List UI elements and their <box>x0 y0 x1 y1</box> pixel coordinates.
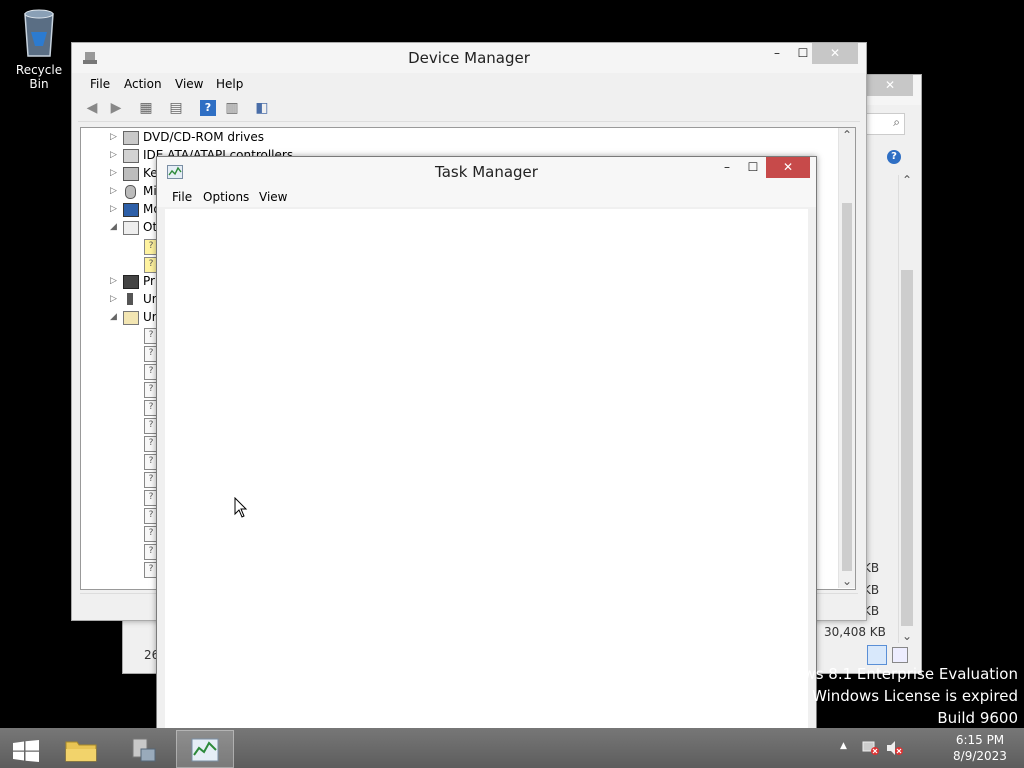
network-disconnected-icon[interactable] <box>862 740 880 756</box>
expand-arrow-icon[interactable]: ▷ <box>110 200 120 218</box>
tree-item-label: DVD/CD-ROM drives <box>143 130 265 144</box>
device-manager-taskbar-button[interactable] <box>114 730 172 768</box>
windows-logo-icon <box>13 740 39 762</box>
volume-muted-icon[interactable] <box>886 740 904 756</box>
action-pane-icon[interactable]: ▥ <box>224 100 240 116</box>
tree-item-label: Ur <box>143 310 157 324</box>
task-manager-window[interactable]: Task Manager – ☐ ✕ File Options View <box>156 156 817 757</box>
minimize-button[interactable]: – <box>768 43 786 64</box>
maximize-button[interactable]: ☐ <box>744 157 762 178</box>
scroll-down-arrow[interactable]: ⌄ <box>842 574 852 588</box>
minimize-button[interactable]: – <box>718 157 736 178</box>
device-manager-titlebar[interactable]: Device Manager – ☐ ✕ <box>72 43 866 73</box>
menu-options[interactable]: Options <box>203 190 249 204</box>
help-icon[interactable]: ? <box>887 150 901 164</box>
device-manager-icon <box>132 738 156 762</box>
file-explorer-taskbar-button[interactable] <box>52 730 110 768</box>
scroll-thumb[interactable] <box>842 203 852 571</box>
back-arrow-icon[interactable]: ◀ <box>84 100 100 116</box>
expand-arrow-icon[interactable]: ▷ <box>110 164 120 182</box>
maximize-button[interactable]: ☐ <box>794 43 812 64</box>
dvd-drive-icon <box>123 131 139 145</box>
menu-action[interactable]: Action <box>124 77 162 91</box>
ide-controller-icon <box>123 149 139 163</box>
toolbar: ◀ ▶ ▦ ▤ ? ▥ ◧ <box>78 95 860 122</box>
window-title: Device Manager <box>408 49 530 67</box>
menu-view[interactable]: View <box>259 190 287 204</box>
collapse-arrow-icon[interactable]: ◢ <box>110 218 120 236</box>
menu-bar: File Options View <box>157 187 816 207</box>
show-hidden-icons-button[interactable]: ▲ <box>840 741 847 755</box>
close-button[interactable]: ✕ <box>766 157 810 178</box>
vertical-scrollbar[interactable]: ⌃ ⌄ <box>898 173 915 643</box>
taskbar: ▲ 6:15 PM 8/9/2023 <box>0 728 1024 768</box>
help-icon[interactable]: ? <box>200 100 216 116</box>
mouse-cursor-icon <box>234 497 248 518</box>
forward-arrow-icon[interactable]: ▶ <box>108 100 124 116</box>
clock-time: 6:15 PM <box>955 733 1005 747</box>
scroll-down-arrow[interactable]: ⌄ <box>902 629 912 643</box>
watermark-line-2: Windows License is expired <box>812 687 1018 705</box>
task-manager-icon <box>191 738 219 762</box>
task-manager-content <box>165 209 808 729</box>
recycle-bin-label: Recycle Bin <box>15 63 63 91</box>
start-button[interactable] <box>0 730 50 768</box>
expand-arrow-icon[interactable]: ▷ <box>110 290 120 308</box>
details-view-icon[interactable] <box>867 645 887 665</box>
clock[interactable]: 6:15 PM 8/9/2023 <box>940 728 1020 768</box>
task-manager-titlebar[interactable]: Task Manager – ☐ ✕ <box>157 157 816 187</box>
other-devices-icon <box>123 221 139 235</box>
menu-file[interactable]: File <box>172 190 192 204</box>
expand-arrow-icon[interactable]: ▷ <box>110 182 120 200</box>
scroll-thumb[interactable] <box>901 270 913 626</box>
keyboard-icon <box>123 167 139 181</box>
tree-item-label: Mi <box>143 184 157 198</box>
usb-icon <box>127 293 133 305</box>
task-manager-taskbar-button[interactable] <box>176 730 234 768</box>
watermark-line-1: ndows 8.1 Enterprise Evaluation <box>775 665 1018 683</box>
clock-date: 8/9/2023 <box>953 749 1007 763</box>
unknown-devices-icon <box>123 311 139 325</box>
monitor-icon <box>123 203 139 217</box>
search-box[interactable]: ⌕ <box>863 113 905 135</box>
watermark-line-3: Build 9600 <box>937 709 1018 727</box>
recycle-bin[interactable]: Recycle Bin <box>6 6 72 91</box>
folder-icon <box>65 741 97 762</box>
processor-icon <box>123 275 139 289</box>
close-button[interactable]: ✕ <box>812 43 858 64</box>
scroll-up-arrow[interactable]: ⌃ <box>902 173 912 187</box>
expand-arrow-icon[interactable]: ▷ <box>110 146 120 164</box>
show-hide-tree-icon[interactable]: ▦ <box>138 100 154 116</box>
expand-arrow-icon[interactable]: ▷ <box>110 272 120 290</box>
mouse-icon <box>125 185 136 199</box>
vertical-scrollbar[interactable]: ⌃ ⌄ <box>838 128 855 588</box>
close-button[interactable]: ✕ <box>867 75 913 96</box>
tree-item-label: Ur <box>143 292 157 306</box>
memory-value: 30,408 KB <box>824 625 886 639</box>
tree-item-label: Pr <box>143 274 155 288</box>
collapse-arrow-icon[interactable]: ◢ <box>110 308 120 326</box>
menu-help[interactable]: Help <box>216 77 243 91</box>
properties-icon[interactable]: ▤ <box>168 100 184 116</box>
menu-file[interactable]: File <box>90 77 110 91</box>
search-icon: ⌕ <box>893 115 900 129</box>
menu-bar: File Action View Help <box>72 73 866 95</box>
scan-hardware-icon[interactable]: ◧ <box>254 100 270 116</box>
scroll-up-arrow[interactable]: ⌃ <box>842 128 852 142</box>
expand-arrow-icon[interactable]: ▷ <box>110 128 120 146</box>
recycle-bin-icon <box>24 9 54 57</box>
tiles-view-icon[interactable] <box>892 647 908 663</box>
menu-view[interactable]: View <box>175 77 203 91</box>
